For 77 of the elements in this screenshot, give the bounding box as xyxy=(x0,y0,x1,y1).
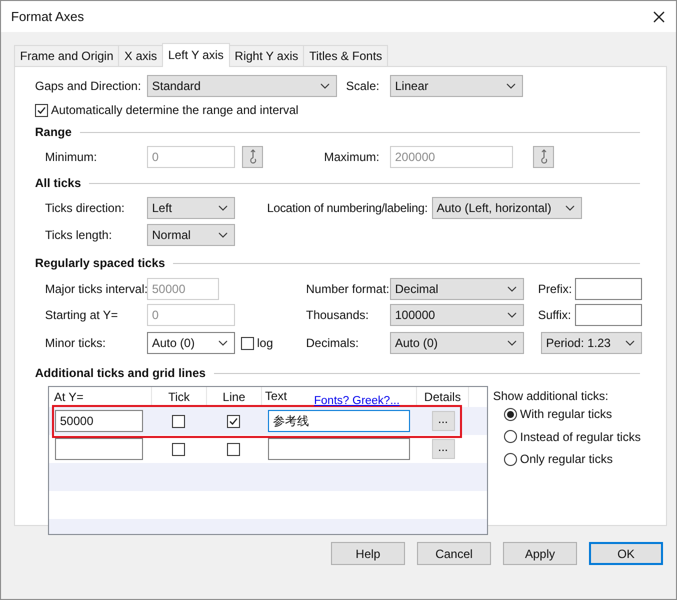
tab[interactable]: Frame and Origin xyxy=(14,45,120,66)
dropdown[interactable]: Normal xyxy=(147,224,235,246)
dialog-button[interactable]: Apply xyxy=(503,542,577,565)
dropdown[interactable]: Auto (Left, horizontal) xyxy=(432,197,582,219)
chevron-icon xyxy=(320,83,330,89)
dialog-button[interactable]: Help xyxy=(331,542,405,565)
dropdown[interactable]: 100000 xyxy=(390,304,524,326)
field-label: Gaps and Direction: xyxy=(35,79,142,93)
details-button[interactable]: ... xyxy=(432,439,454,459)
close-icon[interactable] xyxy=(653,10,665,22)
chevron-icon xyxy=(507,340,517,346)
checkbox[interactable] xyxy=(226,442,240,456)
dropdown[interactable]: Period: 1.23 xyxy=(541,332,642,354)
chevron-icon xyxy=(218,340,228,346)
input-field[interactable] xyxy=(55,438,143,460)
group-label: Show additional ticks: xyxy=(493,389,610,403)
section-heading: Regularly spaced ticks xyxy=(35,256,166,270)
pick-button[interactable] xyxy=(242,146,263,168)
checkbox[interactable] xyxy=(226,414,240,428)
hook-icon xyxy=(248,149,258,165)
chevron-icon xyxy=(506,83,516,89)
section-heading: Range xyxy=(35,125,72,139)
input-field[interactable]: 50000 xyxy=(55,410,143,432)
field-label: Starting at Y= xyxy=(45,308,119,322)
field-label: Location of numbering/labeling: xyxy=(267,201,428,215)
chevron-icon xyxy=(625,340,635,346)
radio-button[interactable] xyxy=(504,452,517,466)
input-field[interactable] xyxy=(268,438,410,460)
checkbox[interactable] xyxy=(35,104,48,116)
field-label: Ticks length: xyxy=(45,228,113,242)
radio-label: Only regular ticks xyxy=(520,452,613,466)
dropdown[interactable]: Auto (0) xyxy=(147,332,235,354)
field-label: Thousands: xyxy=(306,308,370,322)
field-label: Ticks direction: xyxy=(45,201,126,215)
tab[interactable]: Titles & Fonts xyxy=(303,45,388,66)
chevron-icon xyxy=(218,232,228,238)
checkbox-label: Automatically determine the range and interval xyxy=(51,103,298,117)
hook-icon xyxy=(538,149,548,165)
checkbox[interactable] xyxy=(241,336,254,350)
chevron-icon xyxy=(507,286,517,292)
field-label: Scale: xyxy=(346,79,380,93)
field-label: Number format: xyxy=(306,282,390,296)
field-label: Maximum: xyxy=(324,150,380,164)
checkbox[interactable] xyxy=(172,442,184,456)
dropdown[interactable]: Left xyxy=(147,197,235,219)
dropdown[interactable]: Decimal xyxy=(390,278,524,300)
window-title: Format Axes xyxy=(11,9,84,24)
pick-button[interactable] xyxy=(533,146,554,168)
radio-button[interactable] xyxy=(504,430,517,444)
dropdown[interactable]: Auto (0) xyxy=(390,332,524,354)
field-label: Minimum: xyxy=(45,150,98,164)
tab[interactable]: Left Y axis xyxy=(162,43,230,67)
dialog-button[interactable]: OK xyxy=(589,542,663,565)
field-label: Minor ticks: xyxy=(45,336,107,350)
field-label: Suffix: xyxy=(538,308,572,322)
section-heading: Additional ticks and grid lines xyxy=(35,366,206,380)
radio-label: Instead of regular ticks xyxy=(520,430,641,444)
field-label: Prefix: xyxy=(538,282,574,296)
dialog-button[interactable]: Cancel xyxy=(417,542,491,565)
input-field[interactable] xyxy=(575,304,642,326)
checkbox-label: log xyxy=(257,336,274,350)
dropdown[interactable]: Linear xyxy=(390,75,523,97)
input-field[interactable] xyxy=(575,278,642,300)
chevron-icon xyxy=(507,312,517,318)
input-field[interactable]: 参考线 xyxy=(268,410,410,432)
checkbox[interactable] xyxy=(172,414,184,428)
fonts-link[interactable]: Fonts? Greek?... xyxy=(314,395,400,407)
section-heading: All ticks xyxy=(35,176,82,190)
column-header: Text xyxy=(265,389,288,403)
field-label: Major ticks interval: xyxy=(45,282,147,296)
field-label: Decimals: xyxy=(306,336,360,350)
chevron-icon xyxy=(218,205,228,211)
radio-label: With regular ticks xyxy=(520,407,612,422)
chevron-icon xyxy=(564,205,575,211)
details-button[interactable]: ... xyxy=(432,411,454,431)
radio-button[interactable] xyxy=(504,408,517,421)
dropdown[interactable]: Standard xyxy=(147,75,337,97)
